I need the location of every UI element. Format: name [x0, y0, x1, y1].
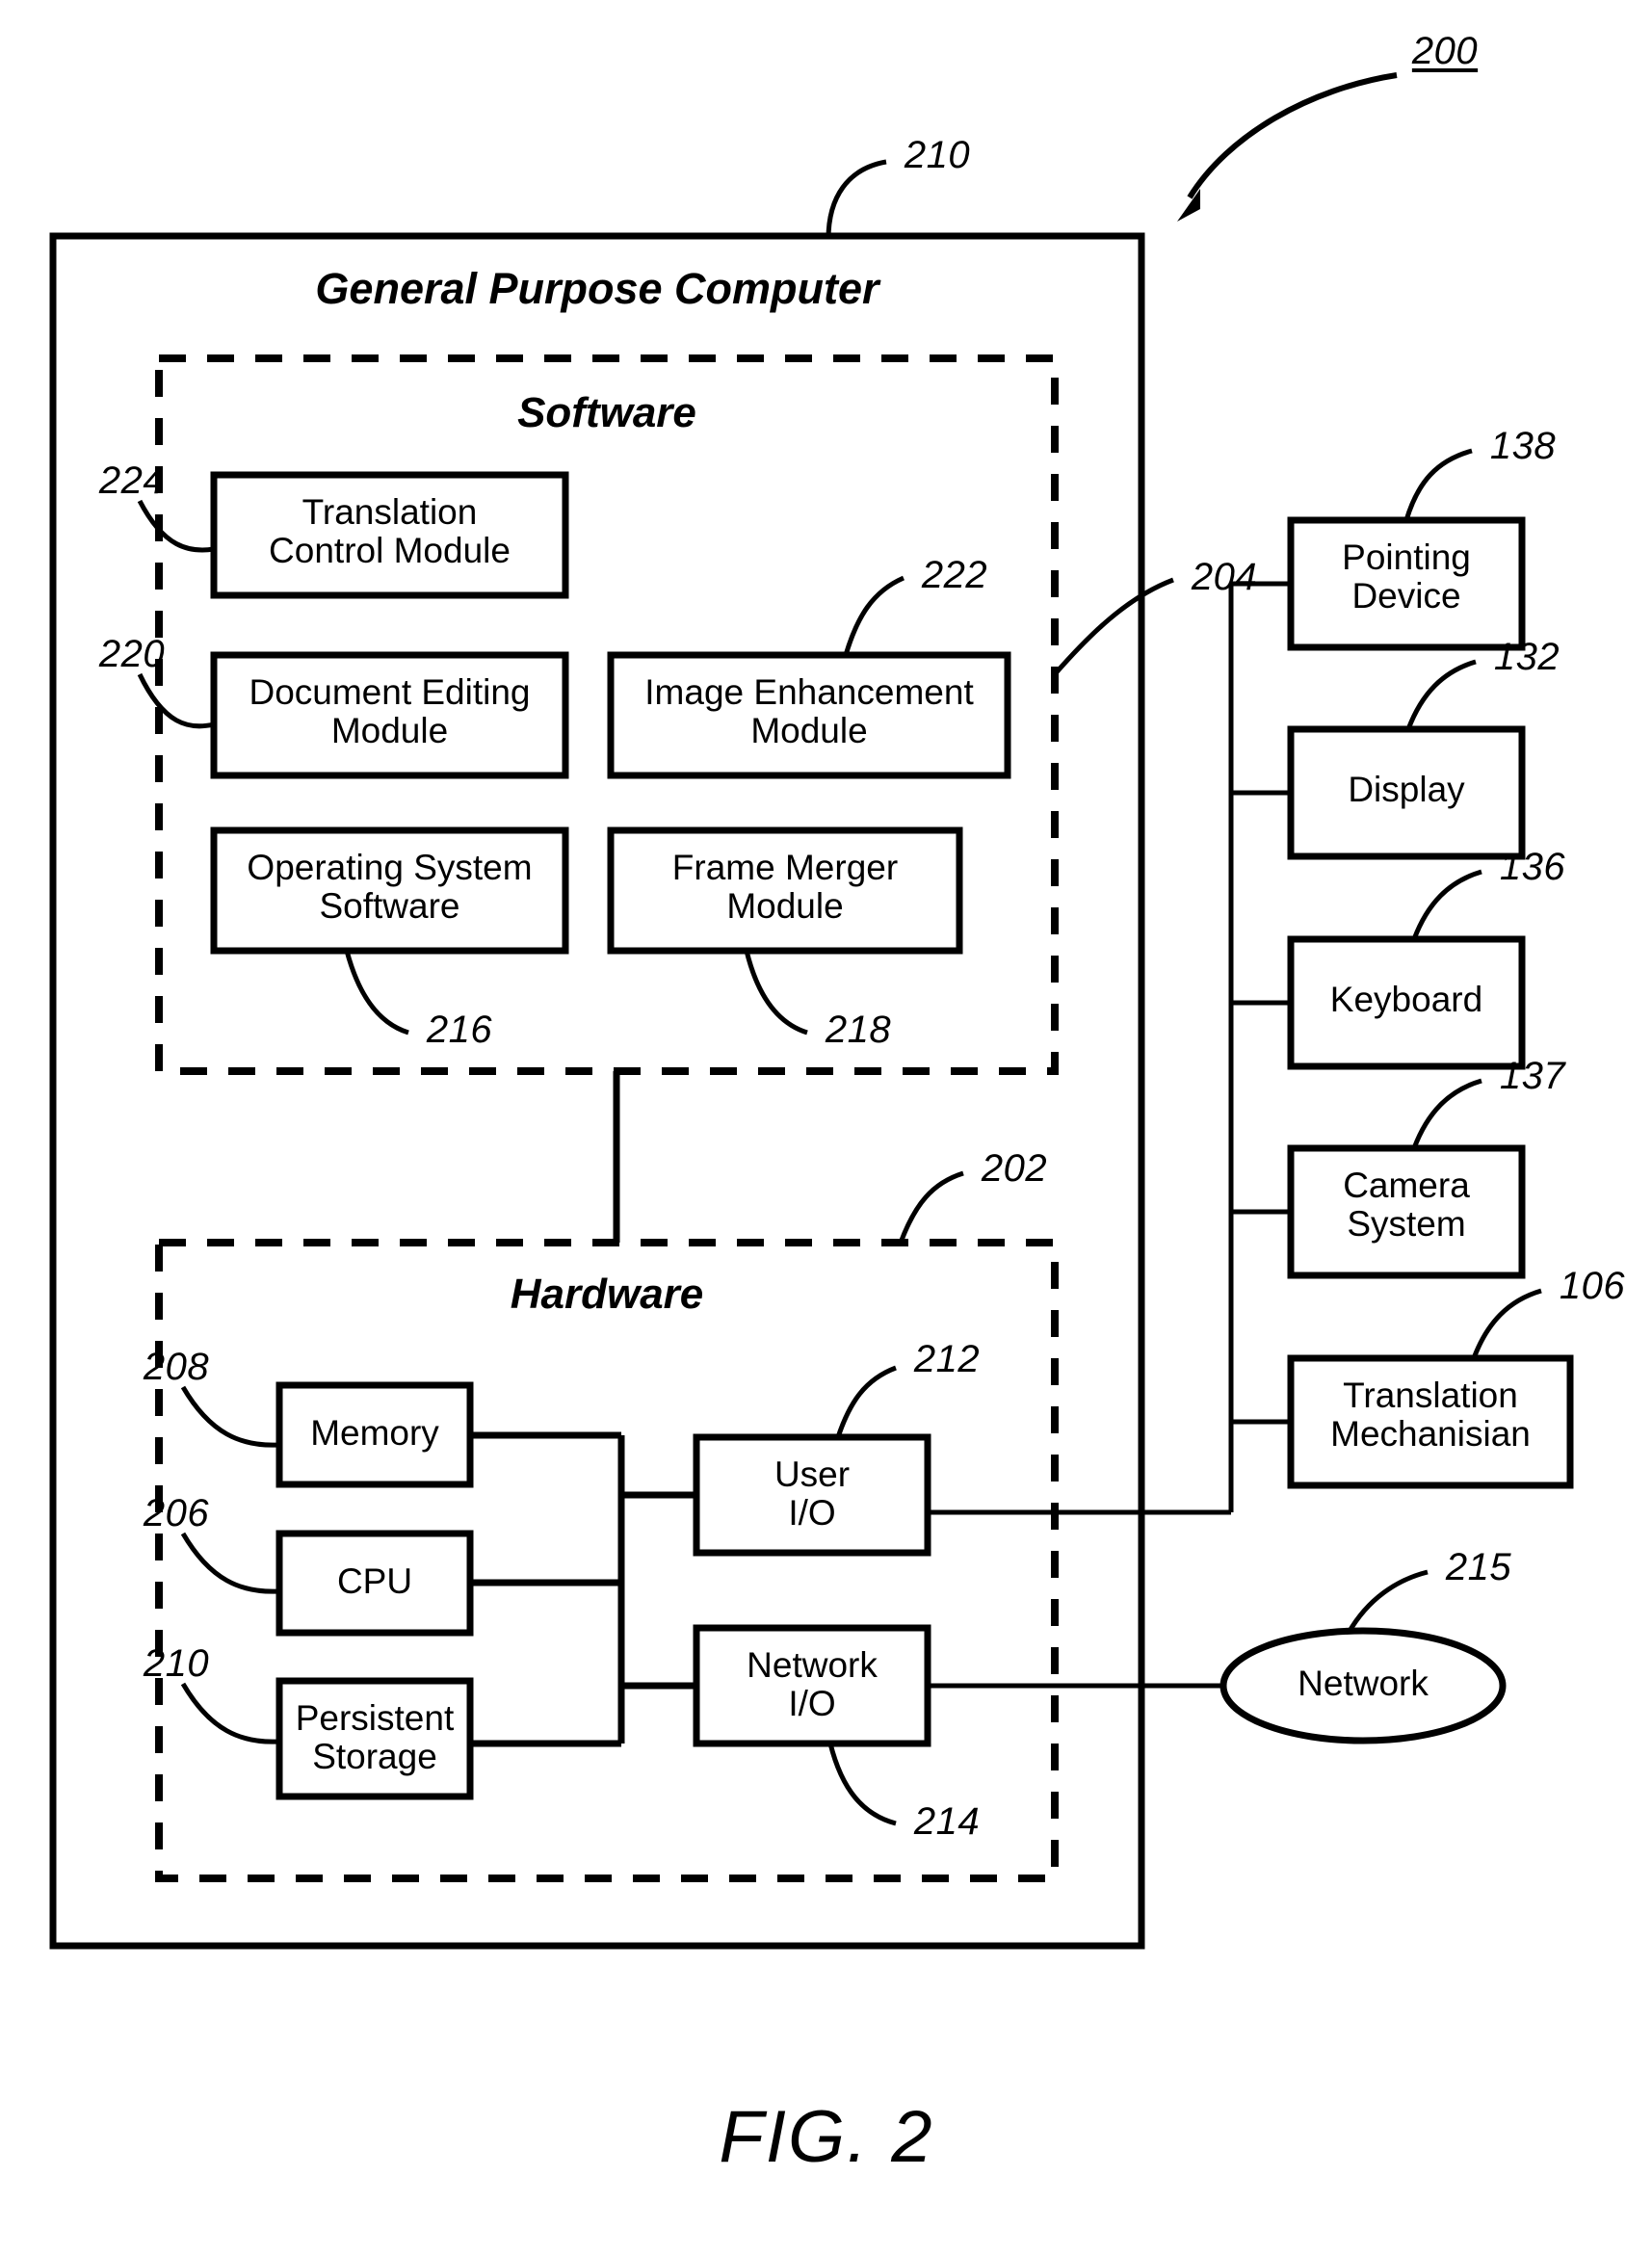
- reference-number-132: 132: [1493, 636, 1560, 678]
- leader-line-214: [827, 1743, 897, 1826]
- leader-line-106: [1471, 1288, 1542, 1359]
- reference-number-138: 138: [1489, 425, 1557, 467]
- operating-system-software-label: Operating System Software: [247, 848, 533, 926]
- cpu-label: CPU: [336, 1561, 413, 1601]
- reference-number-208: 208: [143, 1346, 210, 1388]
- display-label: Display: [1348, 770, 1465, 809]
- reference-number-202: 202: [981, 1147, 1048, 1190]
- leader-line-200: [1187, 72, 1398, 199]
- user-io-label: User I/O: [774, 1455, 851, 1533]
- figure-caption: FIG. 2: [719, 2096, 934, 2178]
- translation-control-module-label: Translation Control Module: [269, 492, 511, 570]
- reference-number-206: 206: [143, 1492, 210, 1534]
- hardware-section-title: Hardware: [510, 1271, 704, 1318]
- keyboard-label: Keyboard: [1329, 980, 1483, 1019]
- diagram-lines: [49, 72, 1574, 1950]
- reference-number-204: 204: [1191, 556, 1258, 598]
- leader-line-132: [1405, 659, 1477, 730]
- network-label: Network: [1298, 1664, 1429, 1703]
- persistent-storage-label: Persistent Storage: [295, 1698, 455, 1776]
- reference-number-210-outer: 210: [904, 134, 971, 176]
- reference-number-212: 212: [913, 1338, 981, 1380]
- reference-number-215: 215: [1445, 1546, 1512, 1588]
- reference-number-136: 136: [1499, 846, 1566, 888]
- network-io-label: Network I/O: [747, 1645, 878, 1723]
- reference-number-106: 106: [1559, 1265, 1626, 1307]
- reference-number-137: 137: [1499, 1055, 1566, 1097]
- camera-system-label: Camera System: [1343, 1166, 1470, 1244]
- pointing-device-label: Pointing Device: [1342, 538, 1471, 616]
- leader-line-208: [180, 1385, 280, 1448]
- reference-number-200: 200: [1411, 30, 1479, 72]
- reference-number-214: 214: [913, 1800, 981, 1843]
- leader-line-216: [344, 950, 409, 1036]
- leader-line-137: [1411, 1078, 1482, 1149]
- leader-line-224: [137, 499, 215, 553]
- leader-line-202: [898, 1170, 964, 1244]
- reference-number-224: 224: [98, 459, 166, 502]
- leader-line-210b: [180, 1682, 280, 1744]
- leader-line-204: [1053, 577, 1174, 676]
- frame-merger-module-label: Frame Merger Module: [671, 848, 899, 926]
- reference-number-216: 216: [426, 1009, 493, 1051]
- leader-line-210: [826, 159, 887, 240]
- patent-figure-2: 200 210 General Purpose Computer Softwar…: [0, 0, 1652, 2255]
- translation-mechanism-label: Translation Mechanisian: [1330, 1376, 1531, 1454]
- leader-line-212: [835, 1365, 897, 1438]
- leader-line-222: [843, 575, 905, 656]
- leader-line-215: [1346, 1569, 1429, 1635]
- reference-number-220: 220: [98, 633, 166, 675]
- document-editing-module-label: Document Editing Module: [249, 672, 531, 750]
- general-purpose-computer-title: General Purpose Computer: [315, 264, 879, 313]
- memory-label: Memory: [310, 1413, 439, 1453]
- reference-number-218: 218: [825, 1009, 892, 1051]
- software-section-title: Software: [517, 389, 696, 436]
- leader-line-206: [180, 1532, 280, 1594]
- leader-line-218: [744, 950, 808, 1036]
- leader-line-138: [1403, 448, 1473, 521]
- leader-line-136: [1411, 869, 1482, 940]
- reference-number-210-storage: 210: [143, 1642, 210, 1685]
- reference-number-222: 222: [921, 554, 988, 596]
- leader-line-220: [137, 672, 215, 729]
- image-enhancement-module-label: Image Enhancement Module: [644, 672, 974, 750]
